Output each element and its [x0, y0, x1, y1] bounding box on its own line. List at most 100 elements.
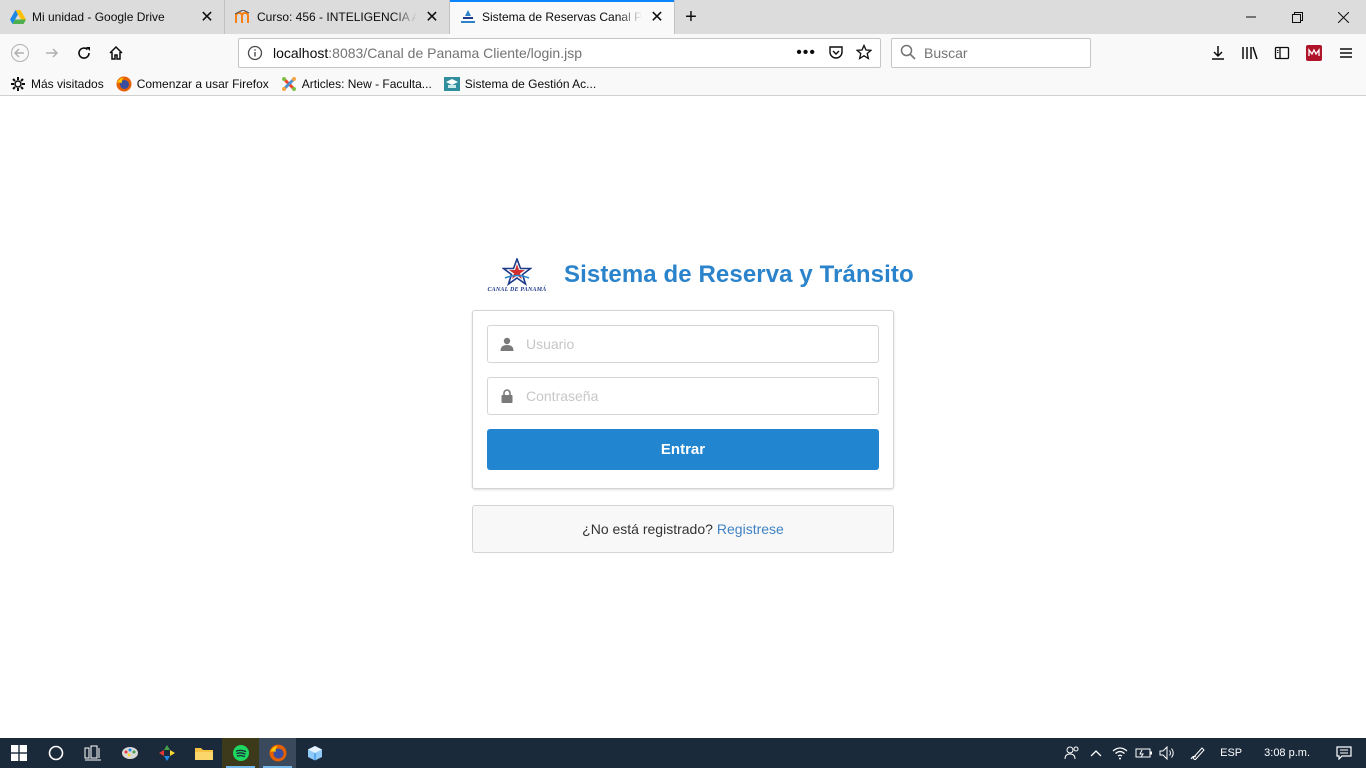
star-logo-icon — [502, 257, 532, 286]
bookmark-label: Más visitados — [31, 76, 104, 91]
people-icon[interactable] — [1060, 738, 1084, 768]
lock-icon — [488, 378, 526, 414]
taskbar-app-paint[interactable] — [111, 738, 148, 768]
cube-icon — [307, 746, 322, 761]
library-icon — [1242, 46, 1258, 60]
password-field[interactable] — [487, 377, 879, 415]
download-icon — [1212, 46, 1224, 60]
forward-arrow-icon — [46, 48, 59, 58]
canal-icon — [460, 9, 476, 25]
battery-icon[interactable] — [1132, 738, 1156, 768]
bookmark-comenzar-firefox[interactable]: Comenzar a usar Firefox — [116, 76, 269, 92]
windows-logo-icon — [10, 745, 27, 761]
taskbar-app-box[interactable] — [296, 738, 333, 768]
tab-strip: Mi unidad - Google Drive ✕ Curso: 456 - … — [0, 0, 1366, 34]
back-button[interactable] — [4, 37, 36, 69]
bookmark-label: Articles: New - Faculta... — [301, 76, 432, 91]
taskbar-spotify[interactable] — [222, 738, 259, 768]
forward-button[interactable] — [36, 37, 68, 69]
search-placeholder: Buscar — [924, 45, 968, 61]
joomla-icon — [281, 76, 297, 92]
url-host: localhost — [273, 45, 329, 61]
url-path: :8083/Canal de Panama Cliente/login.jsp — [328, 45, 582, 61]
sidebar-button[interactable] — [1266, 37, 1298, 69]
extension-button[interactable] — [1298, 37, 1330, 69]
tab-sistema-reservas[interactable]: Sistema de Reservas Canal Panama ✕ — [450, 0, 675, 34]
close-tab-icon[interactable]: ✕ — [198, 8, 216, 26]
logo-text: CANAL DE PANAMÁ — [487, 286, 547, 293]
wifi-icon[interactable] — [1108, 738, 1132, 768]
password-input[interactable] — [526, 379, 878, 413]
firefox-icon — [269, 744, 286, 762]
bookmark-label: Sistema de Gestión Ac... — [464, 76, 597, 91]
tab-title: Sistema de Reservas Canal Panama — [482, 10, 642, 24]
close-tab-icon[interactable]: ✕ — [423, 8, 441, 26]
reload-icon — [78, 47, 90, 59]
clock[interactable]: 3:08 p.m. — [1252, 747, 1322, 759]
task-view-button[interactable] — [74, 738, 111, 768]
close-tab-icon[interactable]: ✕ — [648, 8, 666, 26]
taskbar-firefox[interactable] — [259, 738, 296, 768]
volume-icon[interactable] — [1156, 738, 1180, 768]
downloads-button[interactable] — [1202, 37, 1234, 69]
username-field[interactable] — [487, 325, 879, 363]
canal-de-panama-logo: CANAL DE PANAMÁ — [486, 254, 548, 296]
register-link[interactable]: Registrese — [717, 521, 784, 537]
back-arrow-icon — [11, 44, 29, 62]
page-content: CANAL DE PANAMÁ Sistema de Reserva y Trá… — [0, 96, 1366, 738]
tab-google-drive[interactable]: Mi unidad - Google Drive ✕ — [0, 0, 225, 34]
pocket-icon[interactable] — [828, 44, 844, 63]
user-icon — [488, 326, 526, 362]
close-window-icon[interactable] — [1320, 0, 1366, 34]
bookmark-articles[interactable]: Articles: New - Faculta... — [281, 76, 432, 92]
library-button[interactable] — [1234, 37, 1266, 69]
chevron-up-icon[interactable] — [1084, 738, 1108, 768]
cortana-button[interactable] — [37, 738, 74, 768]
input-language[interactable]: ESP — [1210, 747, 1252, 759]
site-info-icon[interactable] — [247, 45, 263, 61]
home-icon — [109, 45, 123, 60]
page-actions-icon[interactable]: ••• — [796, 44, 816, 62]
google-drive-icon — [10, 9, 26, 25]
bookmark-label: Comenzar a usar Firefox — [136, 76, 269, 91]
brand-header: CANAL DE PANAMÁ Sistema de Reserva y Trá… — [486, 254, 914, 296]
reload-button[interactable] — [68, 37, 100, 69]
sidebar-icon — [1274, 46, 1290, 60]
firefox-icon — [116, 76, 132, 92]
windows-taskbar: ESP 3:08 p.m. — [0, 738, 1366, 768]
register-prompt: ¿No está registrado? — [582, 521, 713, 537]
taskbar-app-tool[interactable] — [148, 738, 185, 768]
tab-title: Mi unidad - Google Drive — [32, 10, 165, 24]
taskbar-file-explorer[interactable] — [185, 738, 222, 768]
bookmark-mas-visitados[interactable]: Más visitados — [10, 76, 104, 92]
start-button[interactable] — [0, 738, 37, 768]
folder-icon — [194, 748, 213, 760]
pen-ink-icon[interactable] — [1186, 738, 1210, 768]
academic-icon — [443, 76, 460, 92]
menu-button[interactable] — [1330, 37, 1362, 69]
moodle-icon — [235, 9, 251, 25]
hamburger-menu-icon — [1340, 48, 1352, 58]
task-view-icon — [84, 745, 101, 761]
address-bar[interactable]: localhost:8083/Canal de Panama Cliente/l… — [238, 38, 881, 68]
login-form: Entrar — [472, 310, 894, 489]
register-message: ¿No está registrado? Registrese — [472, 505, 894, 553]
url-text[interactable]: localhost:8083/Canal de Panama Cliente/l… — [273, 45, 796, 61]
minimize-icon[interactable] — [1228, 0, 1274, 34]
extension-icon — [1306, 45, 1322, 61]
tab-curso[interactable]: Curso: 456 - INTELIGENCIA ARTIFICIAL ✕ — [225, 0, 450, 34]
home-button[interactable] — [100, 37, 132, 69]
action-center-icon[interactable] — [1322, 738, 1366, 768]
arrows-tool-icon — [158, 745, 175, 761]
paint-palette-icon — [121, 747, 138, 759]
restore-icon[interactable] — [1274, 0, 1320, 34]
new-tab-button[interactable]: + — [675, 0, 707, 34]
login-button[interactable]: Entrar — [487, 429, 879, 470]
bookmark-star-icon[interactable] — [855, 43, 873, 63]
tab-title: Curso: 456 - INTELIGENCIA ARTIFICIAL — [257, 10, 417, 24]
spotify-icon — [232, 745, 249, 761]
search-bar[interactable]: Buscar — [891, 38, 1091, 68]
bookmark-sistema-gestion[interactable]: Sistema de Gestión Ac... — [443, 76, 597, 92]
bookmarks-toolbar: Más visitados Comenzar a usar Firefox Ar… — [0, 72, 1366, 96]
username-input[interactable] — [526, 327, 878, 361]
